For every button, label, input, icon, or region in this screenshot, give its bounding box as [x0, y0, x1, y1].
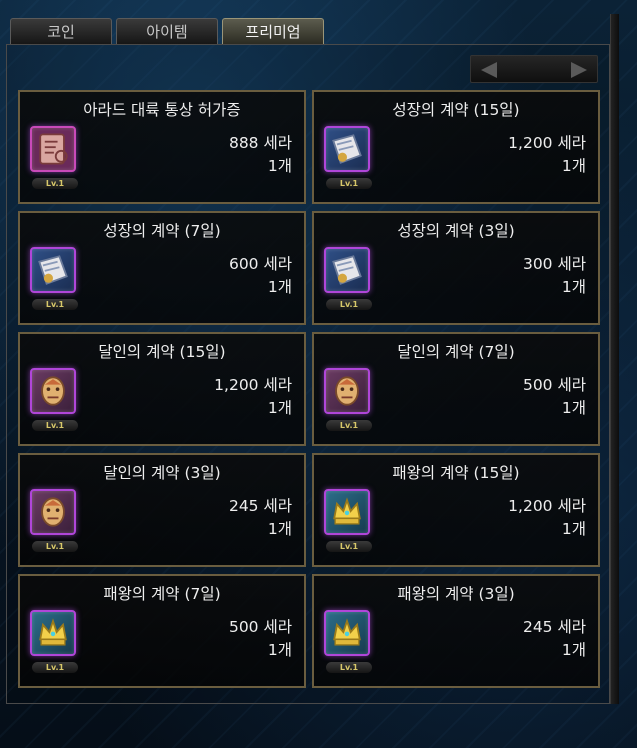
item-title: 성장의 계약 (3일) [397, 222, 515, 240]
king-contract-icon [30, 610, 76, 656]
item-card[interactable]: 패왕의 계약 (15일) Lv.1 1,200 세라 1개 [312, 453, 600, 567]
window-frame-right [610, 14, 619, 704]
master-contract-icon [324, 368, 370, 414]
item-title: 달인의 계약 (3일) [103, 464, 221, 482]
item-quantity: 1개 [561, 641, 586, 659]
item-price: 600 세라 [228, 255, 292, 273]
item-card[interactable]: 패왕의 계약 (7일) Lv.1 500 세라 1개 [18, 574, 306, 688]
item-price: 245 세라 [522, 618, 586, 636]
item-card[interactable]: 성장의 계약 (3일) Lv.1 300 세라 1개 [312, 211, 600, 325]
item-quantity: 1개 [561, 399, 586, 417]
item-title: 달인의 계약 (7일) [397, 343, 515, 361]
item-title: 성장의 계약 (7일) [103, 222, 221, 240]
item-quantity: 1개 [267, 278, 292, 296]
level-badge: Lv.1 [32, 662, 78, 673]
item-price: 500 세라 [522, 376, 586, 394]
growth-contract-icon [324, 126, 370, 172]
item-card[interactable]: 아라드 대륙 통상 허가증 Lv.1 888 세라 1개 [18, 90, 306, 204]
level-badge: Lv.1 [326, 541, 372, 552]
level-badge: Lv.1 [326, 178, 372, 189]
level-badge: Lv.1 [32, 541, 78, 552]
level-badge: Lv.1 [326, 420, 372, 431]
item-card[interactable]: 패왕의 계약 (3일) Lv.1 245 세라 1개 [312, 574, 600, 688]
tab-premium[interactable]: 프리미엄 [222, 18, 324, 44]
page-navigator [470, 55, 598, 83]
item-card[interactable]: 달인의 계약 (15일) Lv.1 1,200 세라 1개 [18, 332, 306, 446]
item-price: 245 세라 [228, 497, 292, 515]
shop-tabs: 코인 아이템 프리미엄 [10, 18, 324, 46]
item-price: 500 세라 [228, 618, 292, 636]
item-quantity: 1개 [267, 399, 292, 417]
item-title: 패왕의 계약 (7일) [103, 585, 221, 603]
tab-coin[interactable]: 코인 [10, 18, 112, 44]
item-price: 300 세라 [522, 255, 586, 273]
level-badge: Lv.1 [326, 662, 372, 673]
item-title: 성장의 계약 (15일) [392, 101, 520, 119]
growth-contract-icon [30, 247, 76, 293]
item-card[interactable]: 성장의 계약 (15일) Lv.1 1,200 세라 1개 [312, 90, 600, 204]
item-title: 패왕의 계약 (3일) [397, 585, 515, 603]
item-title: 아라드 대륙 통상 허가증 [83, 101, 241, 119]
item-card[interactable]: 달인의 계약 (3일) Lv.1 245 세라 1개 [18, 453, 306, 567]
item-quantity: 1개 [561, 157, 586, 175]
prev-page-arrow-icon[interactable] [481, 62, 497, 78]
level-badge: Lv.1 [32, 299, 78, 310]
item-price: 1,200 세라 [508, 497, 586, 515]
tab-item[interactable]: 아이템 [116, 18, 218, 44]
item-quantity: 1개 [561, 520, 586, 538]
item-quantity: 1개 [267, 520, 292, 538]
king-contract-icon [324, 489, 370, 535]
item-price: 1,200 세라 [508, 134, 586, 152]
item-quantity: 1개 [267, 641, 292, 659]
growth-contract-icon [324, 247, 370, 293]
item-card[interactable]: 달인의 계약 (7일) Lv.1 500 세라 1개 [312, 332, 600, 446]
king-contract-icon [324, 610, 370, 656]
level-badge: Lv.1 [32, 420, 78, 431]
item-title: 달인의 계약 (15일) [98, 343, 226, 361]
next-page-arrow-icon[interactable] [571, 62, 587, 78]
item-price: 888 세라 [228, 134, 292, 152]
master-contract-icon [30, 489, 76, 535]
level-badge: Lv.1 [32, 178, 78, 189]
master-contract-icon [30, 368, 76, 414]
item-quantity: 1개 [561, 278, 586, 296]
item-price: 1,200 세라 [214, 376, 292, 394]
item-quantity: 1개 [267, 157, 292, 175]
permit-scroll-icon [30, 126, 76, 172]
item-card[interactable]: 성장의 계약 (7일) Lv.1 600 세라 1개 [18, 211, 306, 325]
item-title: 패왕의 계약 (15일) [392, 464, 520, 482]
level-badge: Lv.1 [326, 299, 372, 310]
